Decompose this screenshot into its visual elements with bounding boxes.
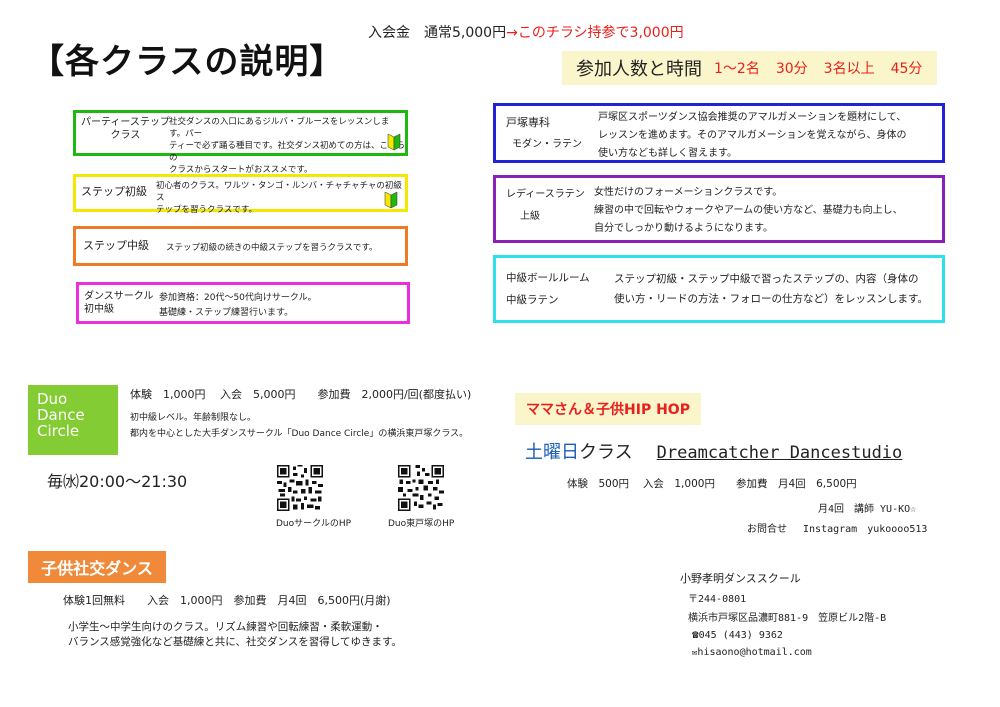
duo-desc-level: 初中級レベル。年齢制限なし。: [130, 413, 257, 423]
class-box-ladies-latin: レディースラテン 上級 女性だけのフォーメーションクラスです。 練習の中で回転や…: [493, 175, 945, 243]
class-description: 参加資格：20代〜50代向けサークル。 基礎練・ステップ練習行います。: [159, 291, 317, 321]
class-box-step-beginner: ステップ初級 初心者のクラス。ワルツ・タンゴ・ルンバ・チャチャチャの初級ス テッ…: [73, 174, 408, 215]
class-name: ダンスサークル 初中級: [84, 290, 154, 316]
duration-large-minutes: 45分: [890, 61, 923, 77]
studio-name: Dreamcatcher Dancestudio: [656, 443, 903, 463]
duo-fees: 体験 1,000円 入会 5,000円 参加費 2,000円/回(都度払い): [130, 388, 472, 401]
description-line: テップを習うクラスです。: [156, 205, 257, 215]
class-name: ステップ中級: [83, 239, 149, 252]
class-name-line: クラス: [110, 130, 141, 141]
kids-dance-label: 子供社交ダンス: [28, 551, 166, 583]
class-box-party-step: パーティーステップ クラス 社交ダンスの入口にあるジルバ・ブルースをレッスンしま…: [73, 110, 408, 175]
kids-fees: 体験1回無料 入会 1,000円 参加費 月4回 6,500円(月謝): [63, 594, 391, 607]
class-box-totsuka-senka: 戸塚専科 モダン・ラテン 戸塚区スポーツダンス協会推奨のアマルガメーションを題材…: [493, 103, 945, 163]
school-zip: 〒244-0801: [688, 594, 747, 605]
class-name: 中級ボールルーム 中級ラテン: [506, 267, 590, 311]
class-name-line: 中級ボールルーム: [506, 272, 590, 284]
description-line: 使い方なども詳しく習えます。: [598, 148, 737, 159]
class-name-line: 上級: [520, 211, 540, 222]
hiphop-teacher: 月4回 講師 YU-KO☆: [818, 504, 917, 515]
class-box-step-intermediate: ステップ中級 ステップ初級の続きの中級ステップを習うクラスです。: [73, 226, 408, 266]
description-line: 初心者のクラス。ワルツ・タンゴ・ルンバ・チャチャチャの初級ス: [156, 181, 402, 203]
class-description: 戸塚区スポーツダンス協会推奨のアマルガメーションを題材にして、 レッスンを進めま…: [598, 109, 907, 163]
description-line: ステップ初級・ステップ中級で習ったステップの、内容（身体の: [614, 273, 919, 285]
class-description: ステップ初級・ステップ中級で習ったステップの、内容（身体の 使い方・リードの方法…: [614, 269, 928, 309]
description-line: 戸塚区スポーツダンス協会推奨のアマルガメーションを題材にして、: [598, 112, 907, 123]
class-box-intermediate-ballroom: 中級ボールルーム 中級ラテン ステップ初級・ステップ中級で習ったステップの、内容…: [493, 255, 945, 323]
description-line: 女性だけのフォーメーションクラスです。: [594, 187, 783, 198]
entry-fee-regular: 入会金 通常5,000円: [368, 25, 507, 41]
class-description: ステップ初級の続きの中級ステップを習うクラスです。: [166, 242, 377, 254]
saturday-class-heading: 土曜日クラス Dreamcatcher Dancestudio: [525, 438, 902, 464]
description-line: ステップ初級の続きの中級ステップを習うクラスです。: [166, 243, 378, 253]
kids-desc-line2: バランス感覚強化など基礎練と共に、社交ダンスを習得してゆきます。: [68, 636, 402, 648]
qr-code-icon[interactable]: [277, 465, 323, 511]
duo-desc-circle: 都内を中心とした大手ダンスサークル「Duo Dance Circle」の横浜東戸…: [130, 429, 469, 439]
class-name: パーティーステップ クラス: [81, 116, 170, 142]
duration-small-minutes: 30分: [775, 61, 808, 77]
school-phone: ☎045 (443) 9362: [692, 628, 783, 641]
class-name-line: 戸塚専科: [506, 116, 550, 129]
description-line: 自分でしっかり動けるようになります。: [594, 223, 773, 234]
duo-dance-circle-logo: Duo Dance Circle: [28, 385, 118, 455]
class-name-line: モダン・ラテン: [512, 139, 582, 150]
description-line: 練習の中で回転やウォークやアームの使い方など、基礎力も向上し、: [594, 205, 903, 216]
class-name-line: 初中級: [84, 304, 114, 315]
kids-desc-line1: 小学生〜中学生向けのクラス。リズム練習や回転練習・柔軟運動・: [68, 621, 383, 633]
beginner-mark-icon: [387, 133, 401, 151]
duration-large-group: 3名以上: [823, 61, 875, 77]
phone-icon: ☎: [692, 628, 699, 641]
entry-fee-discount: このチラシ持参で3,000円: [517, 25, 684, 41]
hiphop-contact: お問合せ Instagram yukoooo513: [747, 524, 928, 535]
class-name: ステップ初級: [81, 185, 147, 198]
class-name: 戸塚専科 モダン・ラテン: [506, 112, 582, 156]
logo-line: Dance: [37, 406, 85, 424]
school-address: 横浜市戸塚区品濃町881-9 笠原ビル2階-B: [688, 613, 887, 624]
hiphop-fees: 体験 500円 入会 1,000円 参加費 月4回 6,500円: [567, 478, 857, 490]
email-address[interactable]: hisaono@hotmail.com: [697, 647, 811, 658]
class-name-line: レディースラテン: [506, 189, 585, 200]
class-word: クラス: [579, 442, 633, 463]
description-line: 参加資格：20代〜50代向けサークル。: [159, 293, 317, 303]
page-title: 【各クラスの説明】: [30, 42, 345, 82]
description-line: 基礎練・ステップ練習行います。: [159, 308, 294, 318]
class-name-line: 中級ラテン: [506, 294, 559, 306]
phone-number: 045 (443) 9362: [698, 630, 783, 641]
participant-time-box: 参加人数と時間 1〜2名 30分 3名以上 45分: [562, 51, 937, 85]
logo-line: Duo: [37, 390, 68, 408]
hiphop-label: ママさん＆子供HIP HOP: [515, 393, 701, 425]
saturday-day: 土曜日: [525, 442, 579, 463]
class-name-line: パーティーステップ: [81, 117, 170, 128]
class-name-line: ダンスサークル: [84, 291, 154, 302]
class-description: 初心者のクラス。ワルツ・タンゴ・ルンバ・チャチャチャの初級ス テップを習うクラス…: [156, 180, 405, 216]
logo-line: Circle: [37, 422, 80, 440]
class-box-dance-circle: ダンスサークル 初中級 参加資格：20代〜50代向けサークル。 基礎練・ステップ…: [76, 282, 410, 324]
entry-fee-line: 入会金 通常5,000円→このチラシ持参で3,000円: [368, 22, 684, 42]
qr1-caption: DuoサークルのHP: [276, 519, 352, 529]
duration-small-group: 1〜2名: [714, 61, 760, 77]
duo-schedule: 毎㈬20:00〜21:30: [47, 472, 188, 491]
class-description: 社交ダンスの入口にあるジルバ・ブルースをレッスンします。パー ティーで必ず踊る種…: [169, 116, 405, 176]
school-email: ✉hisaono@hotmail.com: [692, 647, 812, 658]
fee-arrow: →: [506, 25, 518, 41]
class-description: 女性だけのフォーメーションクラスです。 練習の中で回転やウォークやアームの使い方…: [594, 184, 903, 238]
beginner-mark-icon: [384, 191, 398, 209]
participant-time-label: 参加人数と時間: [576, 59, 702, 80]
description-line: レッスンを進めます。そのアマルガメーションを覚えながら、身体の: [598, 130, 907, 141]
qr2-caption: Duo東戸塚のHP: [388, 519, 455, 529]
class-name: レディースラテン 上級: [506, 184, 585, 228]
description-line: 使い方・リードの方法・フォローの仕方など）をレッスンします。: [614, 293, 928, 305]
description-line: 社交ダンスの入口にあるジルバ・ブルースをレッスンします。パー: [169, 117, 390, 139]
qr-code-icon[interactable]: [398, 465, 444, 511]
school-name: 小野孝明ダンススクール: [680, 572, 801, 585]
description-line: ティーで必ず踊る種目です。社交ダンス初めての方は、こちらの: [169, 141, 405, 163]
